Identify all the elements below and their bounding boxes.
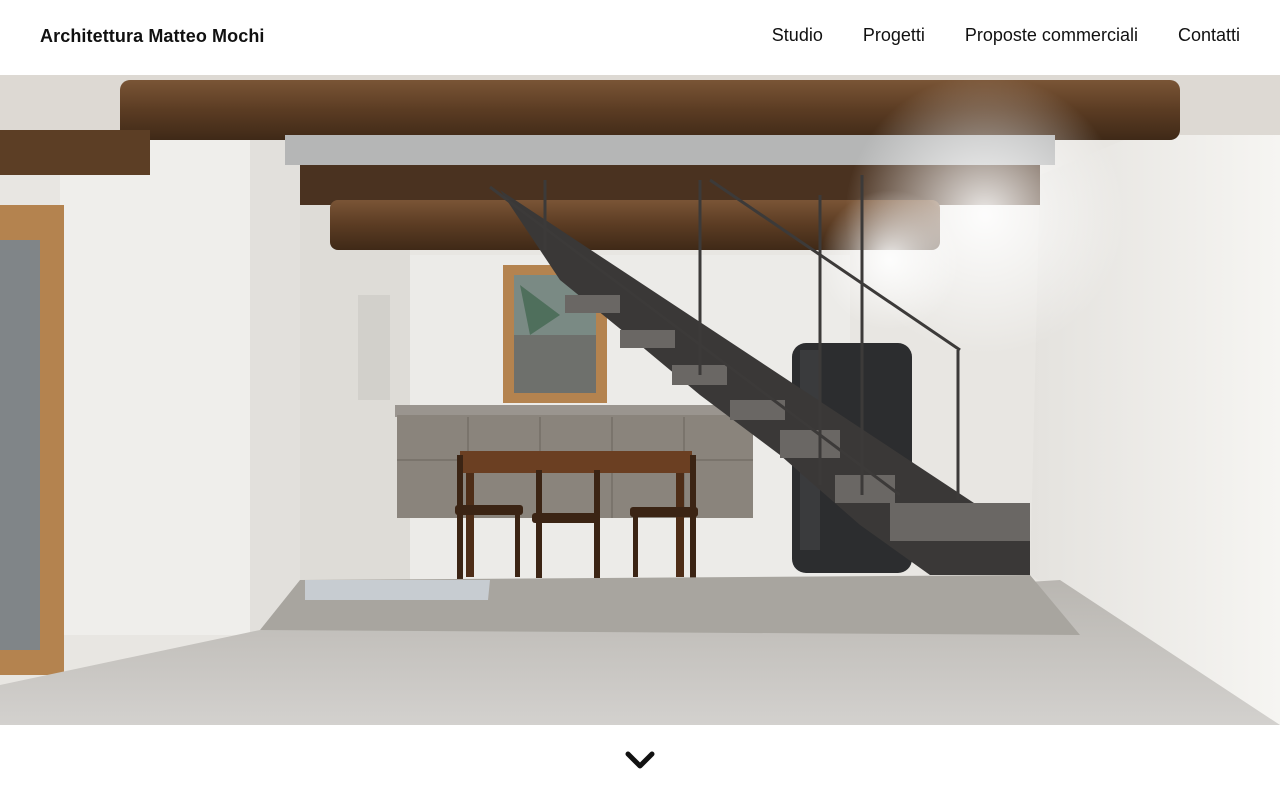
nav-item-studio[interactable]: Studio xyxy=(772,25,823,46)
scroll-down-button[interactable] xyxy=(624,748,656,774)
main-nav: Studio Progetti Proposte commerciali Con… xyxy=(772,25,1240,46)
nav-item-progetti[interactable]: Progetti xyxy=(863,25,925,46)
nav-item-contatti[interactable]: Contatti xyxy=(1178,25,1240,46)
interior-photo xyxy=(0,75,1280,725)
nav-item-proposte-commerciali[interactable]: Proposte commerciali xyxy=(965,25,1138,46)
brand-logo[interactable]: Architettura Matteo Mochi xyxy=(40,26,265,47)
hero-image xyxy=(0,75,1280,725)
chevron-down-icon xyxy=(625,751,655,769)
site-header: Architettura Matteo Mochi Studio Progett… xyxy=(0,0,1280,75)
